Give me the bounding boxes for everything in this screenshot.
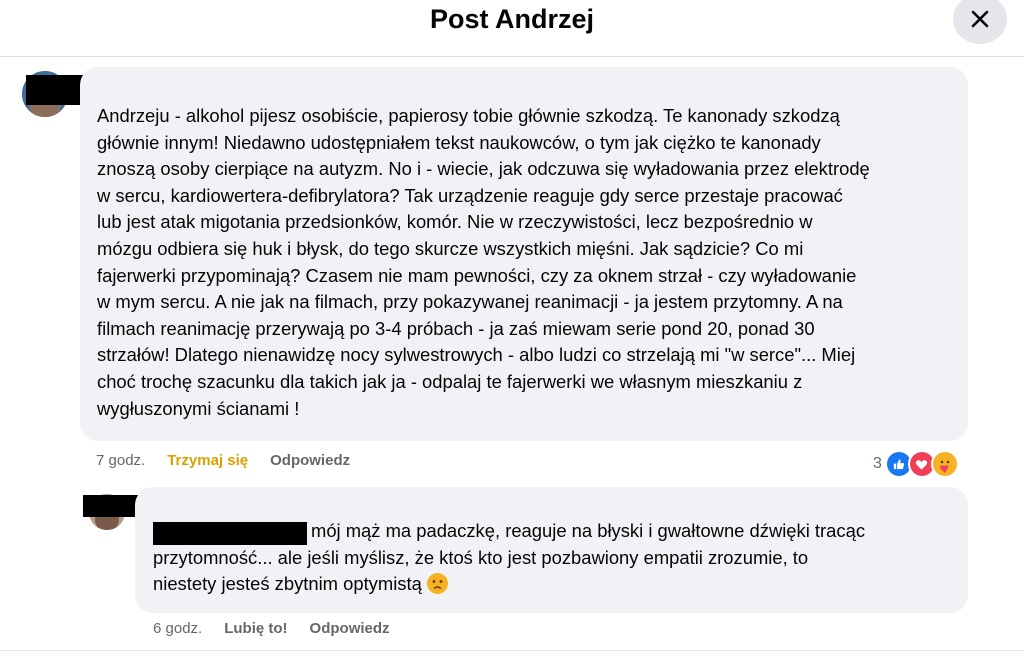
dialog-header: Post Andrzej — [0, 0, 1024, 57]
comment-text-content: mój mąż ma padaczkę, reaguje na błyski i… — [153, 520, 866, 595]
reaction-count: 3 — [873, 455, 882, 472]
reaction-summary[interactable]: 3 — [873, 450, 959, 478]
reply-button[interactable]: Odpowiedz — [310, 620, 390, 637]
divider — [0, 650, 1024, 651]
react-button[interactable]: Trzymaj się — [167, 452, 248, 469]
comment-actions: 7 godz. Trzymaj się Odpowiedz — [96, 452, 372, 469]
reply-button[interactable]: Odpowiedz — [270, 452, 350, 469]
comment-text: mój mąż ma padaczkę, reaguje na błyski i… — [153, 518, 953, 598]
care-icon — [930, 450, 959, 478]
comment-actions: 6 godz. Lubię to! Odpowiedz — [153, 620, 412, 637]
comment-text: Andrzeju - alkohol pijesz osobiście, pap… — [97, 105, 870, 419]
like-button[interactable]: Lubię to! — [224, 620, 287, 637]
comment-timestamp[interactable]: 6 godz. — [153, 620, 202, 637]
close-button[interactable] — [953, 0, 1007, 44]
comment-timestamp[interactable]: 7 godz. — [96, 452, 145, 469]
sad-face-emoji — [426, 573, 448, 595]
close-icon — [971, 10, 989, 28]
dialog-title: Post Andrzej — [429, 4, 595, 34]
